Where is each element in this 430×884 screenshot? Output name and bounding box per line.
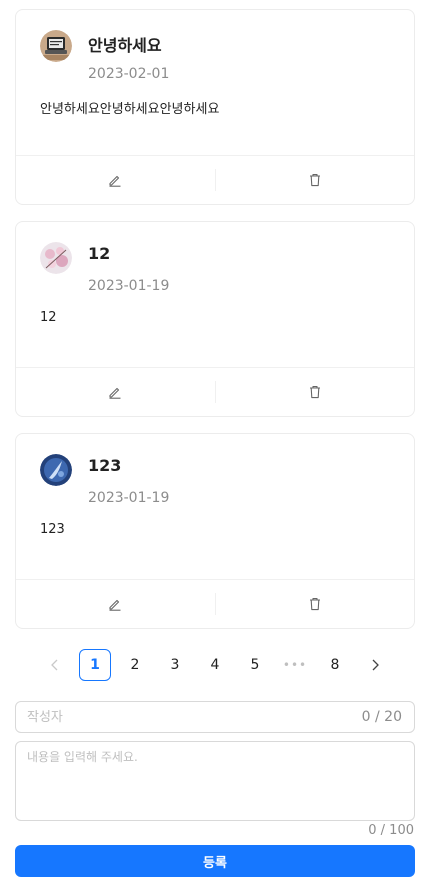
edit-icon: [109, 599, 121, 611]
avatar: [40, 454, 72, 486]
pagination: 1 2 3 4 5 ••• 8: [0, 649, 430, 681]
post-date: 2023-02-01: [88, 66, 170, 82]
next-page-button[interactable]: [359, 649, 391, 681]
page-button-3[interactable]: 3: [159, 649, 191, 681]
edit-button[interactable]: [16, 169, 215, 191]
post-card: 안녕하세요 2023-02-01 안녕하세요안녕하세요안녕하세요: [15, 9, 415, 205]
page-button-2[interactable]: 2: [119, 649, 151, 681]
chevron-left-icon: [51, 659, 58, 671]
prev-page-button[interactable]: [39, 649, 71, 681]
trash-icon: [309, 174, 320, 187]
avatar: [40, 242, 72, 274]
post-title: 12: [88, 244, 111, 263]
page-jump-ellipsis[interactable]: •••: [279, 649, 311, 681]
post-content: 안녕하세요안녕하세요안녕하세요: [40, 102, 220, 117]
delete-button[interactable]: [214, 169, 415, 191]
post-card: 12 2023-01-19 12: [15, 221, 415, 417]
post-date: 2023-01-19: [88, 490, 170, 506]
trash-icon: [309, 386, 320, 399]
post-actions: [16, 579, 414, 628]
post-content: 12: [40, 310, 57, 325]
trash-icon: [309, 598, 320, 611]
page-button-1[interactable]: 1: [79, 649, 111, 681]
delete-button[interactable]: [214, 593, 415, 615]
edit-button[interactable]: [16, 593, 215, 615]
avatar: [40, 30, 72, 62]
author-input[interactable]: [27, 702, 347, 732]
post-content: 123: [40, 522, 65, 537]
post-actions: [16, 367, 414, 416]
content-char-count: 0 / 100: [368, 823, 414, 838]
page-button-4[interactable]: 4: [199, 649, 231, 681]
post-actions: [16, 155, 414, 204]
page-button-5[interactable]: 5: [239, 649, 271, 681]
author-char-count: 0 / 20: [361, 709, 402, 725]
edit-icon: [109, 387, 121, 399]
page-button-8[interactable]: 8: [319, 649, 351, 681]
post-card: 123 2023-01-19 123: [15, 433, 415, 629]
delete-button[interactable]: [214, 381, 415, 403]
author-field: 0 / 20: [15, 701, 415, 733]
edit-button[interactable]: [16, 381, 215, 403]
post-date: 2023-01-19: [88, 278, 170, 294]
content-field: [15, 741, 415, 821]
submit-button[interactable]: 등록: [15, 845, 415, 877]
post-title: 안녕하세요: [88, 36, 162, 55]
post-title: 123: [88, 456, 122, 475]
edit-icon: [109, 175, 121, 187]
content-textarea[interactable]: [16, 742, 414, 820]
chevron-right-icon: [372, 659, 379, 671]
